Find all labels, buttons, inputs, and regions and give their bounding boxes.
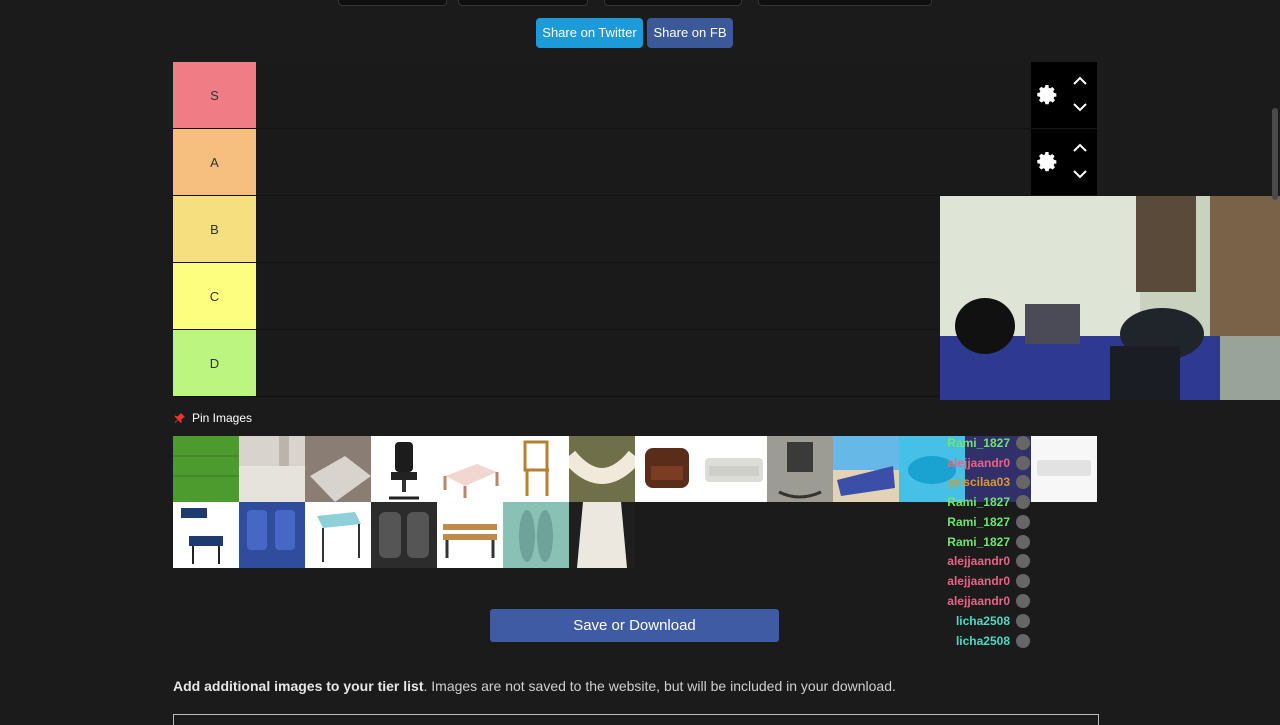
chat-username: Rami_1827	[947, 515, 1010, 529]
image-rug[interactable]	[305, 436, 371, 502]
chat-username: Rami_1827	[947, 436, 1010, 450]
tier-dropzone[interactable]	[256, 129, 1097, 195]
chat-message: priscilaa03	[938, 473, 1030, 491]
image-wooden-chair[interactable]	[503, 436, 569, 502]
chat-message: licha2508	[938, 612, 1030, 630]
chat-message: alejjaandr0	[938, 592, 1030, 610]
image-student-desk[interactable]	[305, 502, 371, 568]
tier-controls	[1031, 62, 1097, 128]
chat-username: Rami_1827	[947, 535, 1010, 549]
tier-label[interactable]: C	[173, 263, 256, 329]
tier-label[interactable]: B	[173, 196, 256, 262]
chat-username: alejjaandr0	[947, 574, 1010, 588]
tier-row[interactable]: S	[173, 62, 1097, 129]
avatar	[1016, 456, 1030, 470]
chat-username: licha2508	[955, 634, 1010, 648]
image-beach-towel[interactable]	[833, 436, 899, 502]
image-grass[interactable]	[173, 436, 239, 502]
chevron-up-icon[interactable]	[1073, 143, 1087, 153]
chevron-down-icon[interactable]	[1073, 102, 1087, 112]
image-bench[interactable]	[437, 502, 503, 568]
scrollbar[interactable]	[1272, 108, 1278, 200]
gear-icon[interactable]	[1035, 83, 1059, 107]
share-twitter-button[interactable]: Share on Twitter	[536, 18, 643, 48]
chat-message: Rami_1827	[938, 493, 1030, 511]
image-blouse[interactable]	[569, 502, 635, 568]
image-gaming-chair[interactable]	[371, 436, 437, 502]
image-car-seats[interactable]	[371, 502, 437, 568]
chat-message: alejjaandr0	[938, 552, 1030, 570]
top-button[interactable]	[338, 0, 447, 6]
chat-username: priscilaa03	[947, 475, 1010, 489]
image-school-desk-chair[interactable]	[173, 502, 239, 568]
tier-row[interactable]: A	[173, 129, 1097, 196]
share-fb-button[interactable]: Share on FB	[647, 18, 733, 48]
avatar	[1016, 475, 1030, 489]
chevron-down-icon[interactable]	[1073, 169, 1087, 179]
save-download-button[interactable]: Save or Download	[490, 609, 779, 642]
image-feet[interactable]	[503, 502, 569, 568]
image-mattress[interactable]	[1031, 436, 1097, 502]
add-images-note: . Images are not saved to the website, b…	[423, 678, 896, 694]
tier-dropzone[interactable]	[256, 62, 1097, 128]
chat-username: alejjaandr0	[947, 594, 1010, 608]
chat-username: alejjaandr0	[947, 456, 1010, 470]
chat-message: Rami_1827	[938, 513, 1030, 531]
avatar	[1016, 574, 1030, 588]
chat-message: Rami_1827	[938, 434, 1030, 452]
avatar	[1016, 554, 1030, 568]
image-rocking-chair[interactable]	[767, 436, 833, 502]
chevron-up-icon[interactable]	[1073, 76, 1087, 86]
image-hammock[interactable]	[569, 436, 635, 502]
tier-label[interactable]: S	[173, 62, 256, 128]
image-bed[interactable]	[437, 436, 503, 502]
image-armchair[interactable]	[635, 436, 701, 502]
add-images-instructions: Add additional images to your tier list.…	[173, 678, 896, 694]
chat-username: licha2508	[955, 614, 1010, 628]
avatar	[1016, 436, 1030, 450]
top-button[interactable]	[604, 0, 742, 6]
chat-username: alejjaandr0	[947, 554, 1010, 568]
avatar	[1016, 515, 1030, 529]
avatar	[1016, 535, 1030, 549]
image-floor[interactable]	[239, 436, 305, 502]
tier-label[interactable]: A	[173, 129, 256, 195]
pushpin-icon	[174, 413, 185, 423]
avatar	[1016, 614, 1030, 628]
webcam-overlay	[940, 196, 1280, 400]
top-button[interactable]	[458, 0, 588, 6]
chat-username: Rami_1827	[947, 495, 1010, 509]
gear-icon[interactable]	[1035, 150, 1059, 174]
pin-images-label: Pin Images	[192, 411, 253, 425]
chat-message: alejjaandr0	[938, 572, 1030, 590]
avatar	[1016, 634, 1030, 648]
add-images-heading: Add additional images to your tier list	[173, 678, 424, 694]
tier-controls	[1031, 129, 1097, 195]
avatar	[1016, 495, 1030, 509]
chat-message: alejjaandr0	[938, 454, 1030, 472]
chat-message: Rami_1827	[938, 533, 1030, 551]
chat-message: licha2508	[938, 632, 1030, 650]
avatar	[1016, 594, 1030, 608]
image-sofa[interactable]	[701, 436, 767, 502]
pin-images-toggle[interactable]: Pin Images	[174, 411, 252, 425]
tier-label[interactable]: D	[173, 330, 256, 396]
image-bus-seats[interactable]	[239, 502, 305, 568]
top-button[interactable]	[758, 0, 932, 6]
